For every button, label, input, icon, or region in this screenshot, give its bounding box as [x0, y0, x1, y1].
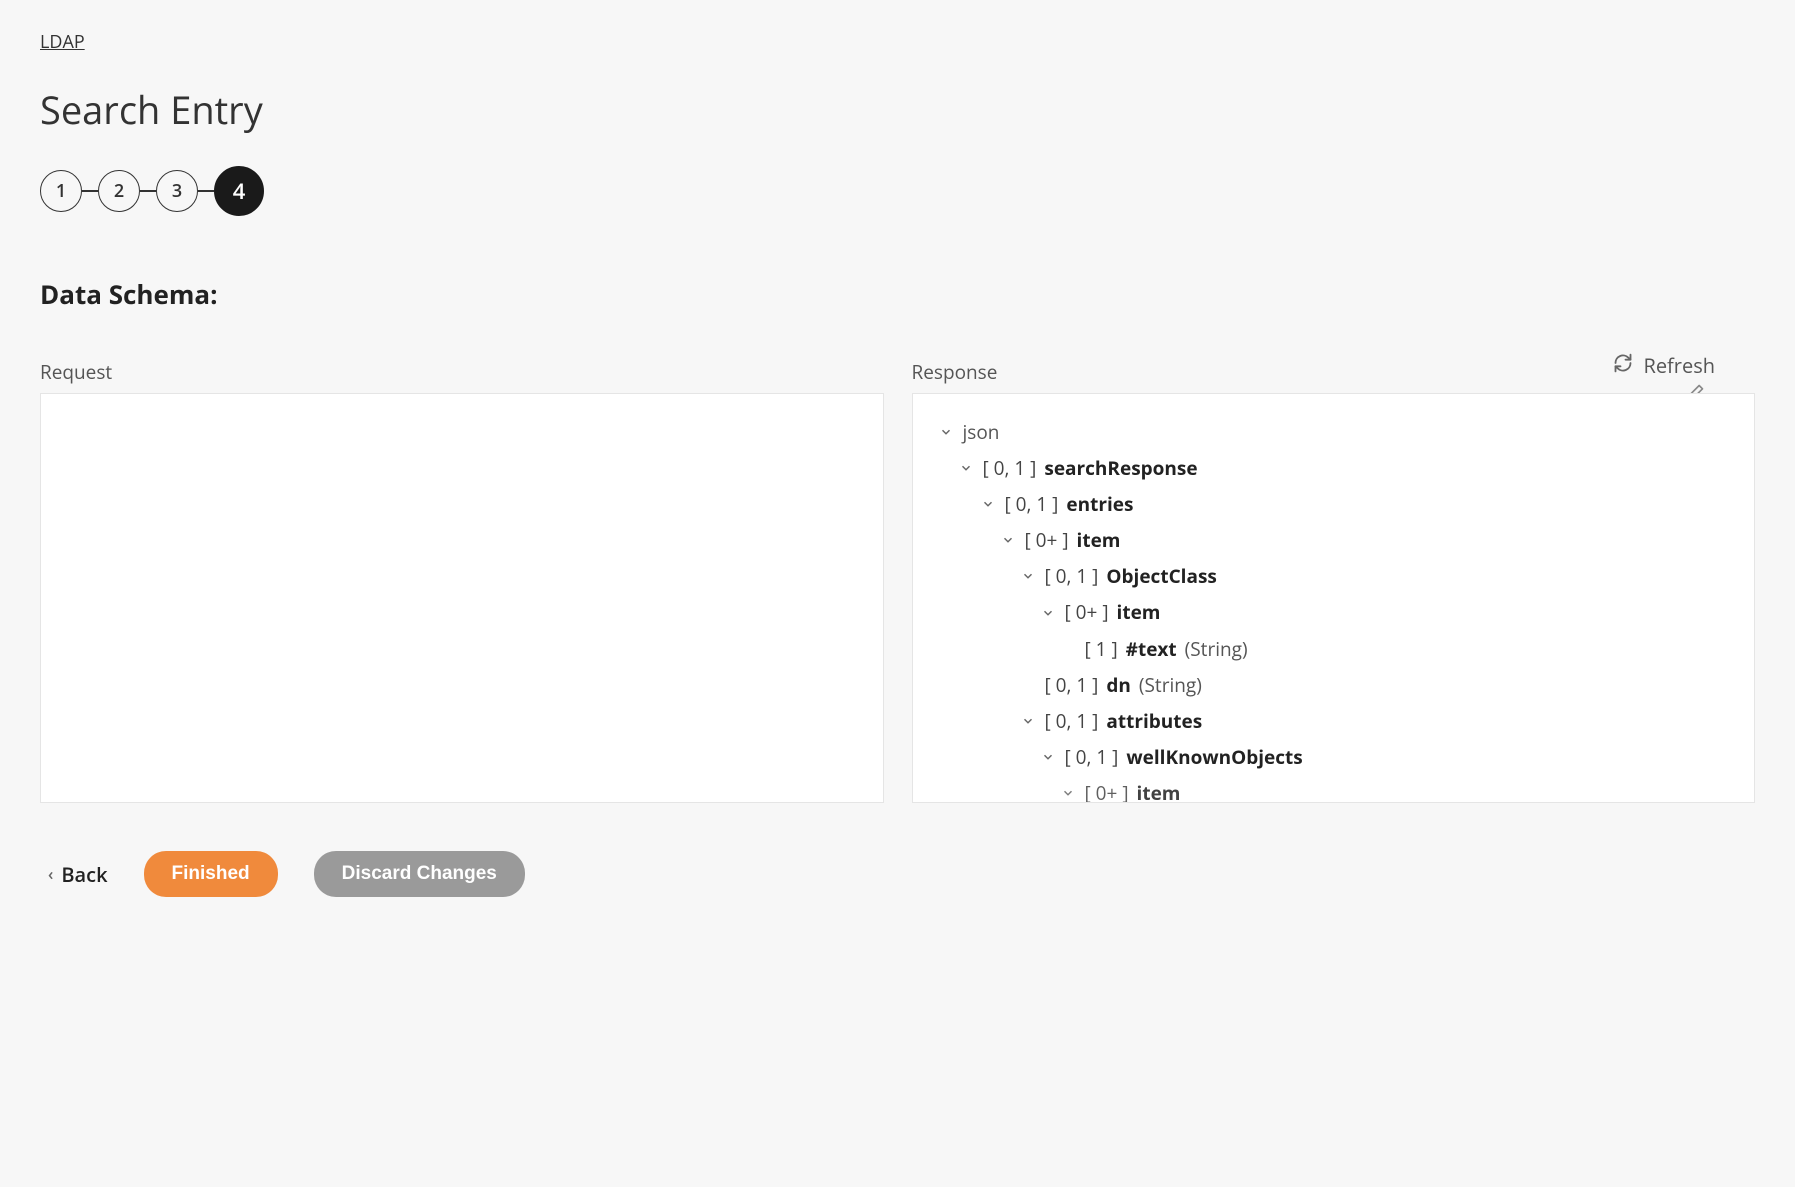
tree-node-dn[interactable]: [ 0, 1 ] dn (String): [951, 667, 1731, 703]
tree-node-name: dn: [1106, 667, 1131, 703]
tree-node-name: item: [1117, 594, 1161, 630]
tree-node-objectclass[interactable]: [ 0, 1 ] ObjectClass: [951, 558, 1731, 594]
tree-node-item[interactable]: [ 0+ ] item: [951, 775, 1731, 803]
tree-node-bracket: [ 0+ ]: [1085, 775, 1129, 803]
step-4[interactable]: 4: [214, 166, 264, 216]
tree-node-text[interactable]: [ 1 ] #text (String): [951, 631, 1731, 667]
tree-node-type: (String): [1185, 631, 1248, 667]
chevron-down-icon[interactable]: [957, 461, 975, 475]
tree-node-bracket: [ 0, 1 ]: [1045, 558, 1099, 594]
tree-node-bracket: [ 0, 1 ]: [983, 450, 1037, 486]
tree-node-root[interactable]: json: [937, 414, 1731, 450]
chevron-down-icon[interactable]: [937, 425, 955, 439]
tree-node-entries[interactable]: [ 0, 1 ] entries: [937, 486, 1731, 522]
tree-node-item[interactable]: [ 0+ ] item: [951, 594, 1731, 630]
chevron-down-icon[interactable]: [1019, 569, 1037, 583]
tree-node-name: entries: [1066, 486, 1133, 522]
tree-node-bracket: [ 0+ ]: [1065, 594, 1109, 630]
tree-node-wellknownobjects[interactable]: [ 0, 1 ] wellKnownObjects: [951, 739, 1731, 775]
discard-changes-button[interactable]: Discard Changes: [314, 851, 525, 897]
chevron-left-icon: ‹: [48, 863, 53, 885]
step-connector: [140, 190, 156, 192]
footer-actions: ‹ Back Finished Discard Changes: [40, 851, 1755, 897]
tree-node-name: attributes: [1106, 703, 1202, 739]
breadcrumb-link-ldap[interactable]: LDAP: [40, 30, 85, 54]
chevron-down-icon[interactable]: [1039, 606, 1057, 620]
tree-node-bracket: [ 0, 1 ]: [1045, 667, 1099, 703]
chevron-down-icon[interactable]: [1039, 750, 1057, 764]
step-connector: [198, 190, 214, 192]
finished-button[interactable]: Finished: [144, 851, 278, 897]
tree-node-name: wellKnownObjects: [1126, 739, 1302, 775]
tree-node-bracket: [ 1 ]: [1085, 631, 1118, 667]
section-title-data-schema: Data Schema:: [40, 276, 1755, 312]
tree-node-item[interactable]: [ 0+ ] item: [937, 522, 1731, 558]
tree-node-type: (String): [1139, 667, 1202, 703]
tree-node-label: json: [963, 414, 1000, 450]
tree-node-name: #text: [1126, 631, 1177, 667]
tree-node-name: item: [1077, 522, 1121, 558]
tree-node-name: item: [1137, 775, 1181, 803]
back-label: Back: [61, 861, 107, 888]
stepper: 1 2 3 4: [40, 166, 1755, 216]
step-2[interactable]: 2: [98, 170, 140, 212]
chevron-down-icon[interactable]: [999, 533, 1017, 547]
tree-node-bracket: [ 0, 1 ]: [1065, 739, 1119, 775]
request-panel-label: Request: [40, 359, 884, 385]
tree-node-bracket: [ 0+ ]: [1025, 522, 1069, 558]
schema-tree[interactable]: json [ 0, 1 ] searchResponse [ 0, 1 ] en…: [937, 414, 1731, 803]
step-3[interactable]: 3: [156, 170, 198, 212]
chevron-down-icon[interactable]: [1059, 786, 1077, 800]
chevron-down-icon[interactable]: [1019, 714, 1037, 728]
tree-node-name: searchResponse: [1044, 450, 1197, 486]
page-title: Search Entry: [40, 84, 1755, 136]
tree-node-searchresponse[interactable]: [ 0, 1 ] searchResponse: [937, 450, 1731, 486]
tree-node-name: ObjectClass: [1106, 558, 1216, 594]
response-panel: json [ 0, 1 ] searchResponse [ 0, 1 ] en…: [912, 393, 1756, 803]
back-button[interactable]: ‹ Back: [48, 861, 108, 888]
response-panel-label: Response: [912, 359, 1756, 385]
step-1[interactable]: 1: [40, 170, 82, 212]
request-panel: [40, 393, 884, 803]
tree-node-attributes[interactable]: [ 0, 1 ] attributes: [951, 703, 1731, 739]
tree-node-bracket: [ 0, 1 ]: [1045, 703, 1099, 739]
step-connector: [82, 190, 98, 192]
chevron-down-icon[interactable]: [979, 497, 997, 511]
tree-node-bracket: [ 0, 1 ]: [1005, 486, 1059, 522]
